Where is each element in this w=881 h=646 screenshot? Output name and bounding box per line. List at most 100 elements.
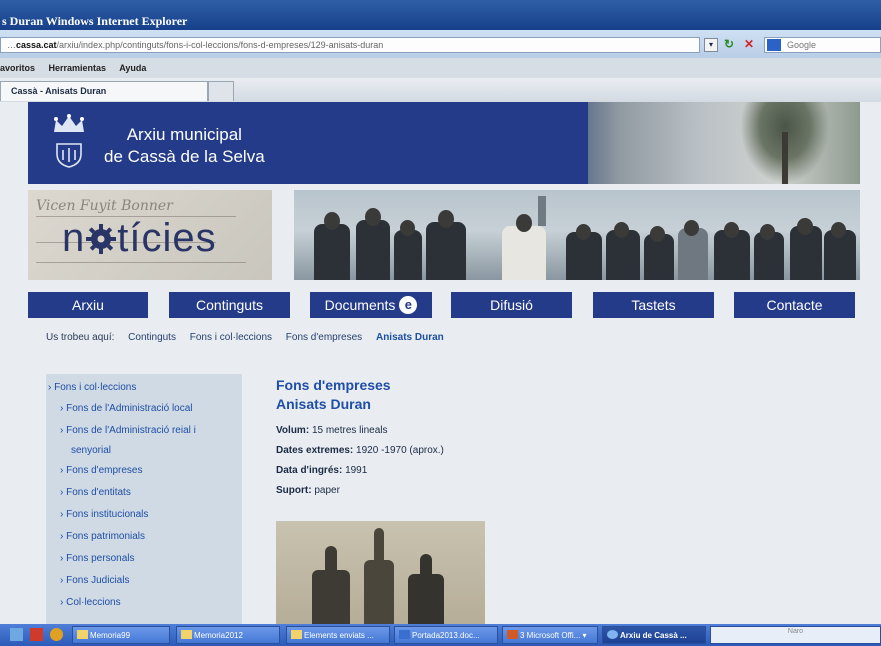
noticies-prefix: n [62, 216, 86, 260]
noticies-banner[interactable]: Vicen Fuyit Bonner n tícies [28, 190, 272, 280]
nav-tastets-label: Tastets [631, 297, 676, 313]
field-label: Volum: [276, 425, 310, 436]
taskbar: Memoria99 Memoria2012 Elements enviats .… [0, 624, 881, 646]
bottle-neck [374, 528, 384, 562]
main-content: Fons d'empreses Anisats Duran Volum: 15 … [276, 376, 676, 496]
breadcrumb-continguts[interactable]: Continguts [128, 332, 176, 343]
menu-help[interactable]: Ayuda [119, 63, 146, 73]
window-title-bar: s Duran Windows Internet Explorer [0, 0, 881, 30]
taskbar-arxiu-cassa[interactable]: Arxiu de Cassà ... [602, 626, 706, 644]
taskbar-portada2013[interactable]: Portada2013.doc... [394, 626, 498, 644]
person-head [365, 208, 381, 226]
mail-folder-icon [291, 630, 302, 639]
field-data-ingres: Data d'ingrés: 1991 [276, 465, 676, 476]
nav-contacte-label: Contacte [766, 297, 823, 313]
breadcrumb: Us trobeu aquí: Continguts Fons i col·le… [46, 332, 455, 343]
sidebar-item-label: Fons Judicials [66, 575, 130, 586]
nav-difusio[interactable]: Difusió [451, 292, 572, 318]
sidebar-item-colleccions[interactable]: › Col·leccions [46, 592, 242, 614]
header-photo [588, 102, 860, 184]
url-domain: cassa.cat [16, 40, 57, 50]
taskbar-elements-enviats[interactable]: Elements enviats ... [286, 626, 390, 644]
gear-icon [86, 224, 117, 254]
stop-icon[interactable]: ✕ [744, 37, 754, 51]
sidebar-item-personals[interactable]: › Fons personals [46, 548, 242, 570]
office-icon [507, 630, 518, 639]
taskbar-label: Arxiu de Cassà ... [620, 631, 687, 640]
person-head [614, 222, 629, 238]
nav-contacte[interactable]: Contacte [734, 292, 855, 318]
web-page: Arxiu municipal de Cassà de la Selva Vic… [0, 102, 881, 624]
field-label: Dates extremes: [276, 445, 354, 456]
field-label: Data d'ingrés: [276, 465, 343, 476]
handwriting-line [36, 262, 246, 263]
site-header: Arxiu municipal de Cassà de la Selva [28, 102, 860, 184]
ie-icon [607, 630, 618, 639]
person-head [438, 210, 454, 228]
taskbar-microsoft-office[interactable]: 3 Microsoft Offi... ▾ [502, 626, 598, 644]
show-desktop-icon[interactable] [10, 628, 23, 641]
person-figure [394, 230, 422, 280]
sidebar-item-fons-col-leccions[interactable]: › Fons i col·leccions [46, 380, 242, 396]
taskbar-label: Memoria99 [90, 631, 131, 640]
sidebar-item-judicials[interactable]: › Fons Judicials [46, 570, 242, 592]
nav-continguts[interactable]: Continguts [169, 292, 290, 318]
sidebar-item-administracio-reial[interactable]: › Fons de l'Administració reial i senyori… [46, 420, 242, 460]
sidebar-item-administracio-local[interactable]: › Fons de l'Administració local [46, 398, 242, 420]
taskbar-memoria99[interactable]: Memoria99 [72, 626, 170, 644]
site-title[interactable]: Arxiu municipal de Cassà de la Selva [104, 124, 265, 168]
menu-favorites[interactable]: avoritos [0, 63, 35, 73]
e-document-icon: e [399, 296, 418, 314]
content-category: Fons d'empreses [276, 377, 391, 393]
tab-active[interactable]: Cassà - Anisats Duran [0, 81, 208, 101]
sidebar-item-institucionals[interactable]: › Fons institucionals [46, 504, 242, 526]
sidebar-item-label: Fons personals [66, 553, 135, 564]
sidebar-item-empreses[interactable]: › Fons d'empreses [46, 460, 242, 482]
breadcrumb-fons-empreses[interactable]: Fons d'empreses [286, 332, 362, 343]
nav-continguts-label: Continguts [196, 297, 263, 313]
breadcrumb-current: Anisats Duran [375, 332, 444, 343]
page-title: Anisats Duran [276, 396, 371, 412]
sidebar-item-label-cont: senyorial [71, 445, 112, 456]
url-dropdown-icon[interactable]: ▾ [704, 38, 718, 52]
sidebar-item-label: Fons institucionals [66, 509, 149, 520]
taskbar-label: Portada2013.doc... [412, 631, 480, 640]
field-value: 1991 [345, 465, 368, 476]
url-prefix: … [7, 40, 16, 50]
sidebar-menu: › Fons i col·leccions › Fons de l'Admini… [46, 374, 242, 624]
field-value: paper [314, 485, 340, 496]
sidebar-item-label: Fons i col·leccions [54, 382, 137, 393]
taskbar-memoria2012[interactable]: Memoria2012 [176, 626, 280, 644]
new-tab-button[interactable] [208, 81, 234, 101]
coat-of-arms-icon [56, 143, 82, 168]
record-fields: Volum: 15 metres lineals Dates extremes:… [276, 425, 676, 496]
browser-app-icon[interactable] [50, 628, 63, 641]
person-head [650, 226, 665, 242]
menu-tools[interactable]: Herramientas [49, 63, 107, 73]
person-figure [502, 226, 546, 280]
historical-group-photo [294, 190, 860, 280]
nav-arxiu[interactable]: Arxiu [28, 292, 148, 318]
field-dates: Dates extremes: 1920 -1970 (aprox.) [276, 445, 676, 456]
search-input[interactable]: Google [764, 37, 881, 53]
nav-tastets[interactable]: Tastets [593, 292, 714, 318]
sidebar-item-patrimonials[interactable]: › Fons patrimonials [46, 526, 242, 548]
sidebar-item-entitats[interactable]: › Fons d'entitats [46, 482, 242, 504]
taskbar-tray: Naro [710, 626, 881, 644]
sidebar-item-label: Col·leccions [66, 597, 121, 608]
refresh-icon[interactable]: ↻ [724, 37, 734, 51]
url-path: /arxiu/index.php/continguts/fons-i-col-l… [56, 40, 384, 50]
nav-documents[interactable]: Documents e [310, 292, 432, 318]
url-field[interactable]: …cassa.cat/arxiu/index.php/continguts/fo… [0, 37, 700, 53]
header-fade [498, 102, 618, 184]
person-head [724, 222, 739, 238]
person-head [797, 218, 813, 235]
main-navigation: Arxiu Continguts Documents e Difusió Tast… [28, 292, 860, 318]
menu-bar: avoritos Herramientas Ayuda [0, 58, 881, 78]
pdf-app-icon[interactable] [30, 628, 43, 641]
folder-icon [77, 630, 88, 639]
person-head [516, 214, 532, 232]
field-label: Suport: [276, 485, 312, 496]
tree-trunk-decoration [782, 132, 788, 184]
breadcrumb-fons-col-leccions[interactable]: Fons i col·leccions [190, 332, 272, 343]
